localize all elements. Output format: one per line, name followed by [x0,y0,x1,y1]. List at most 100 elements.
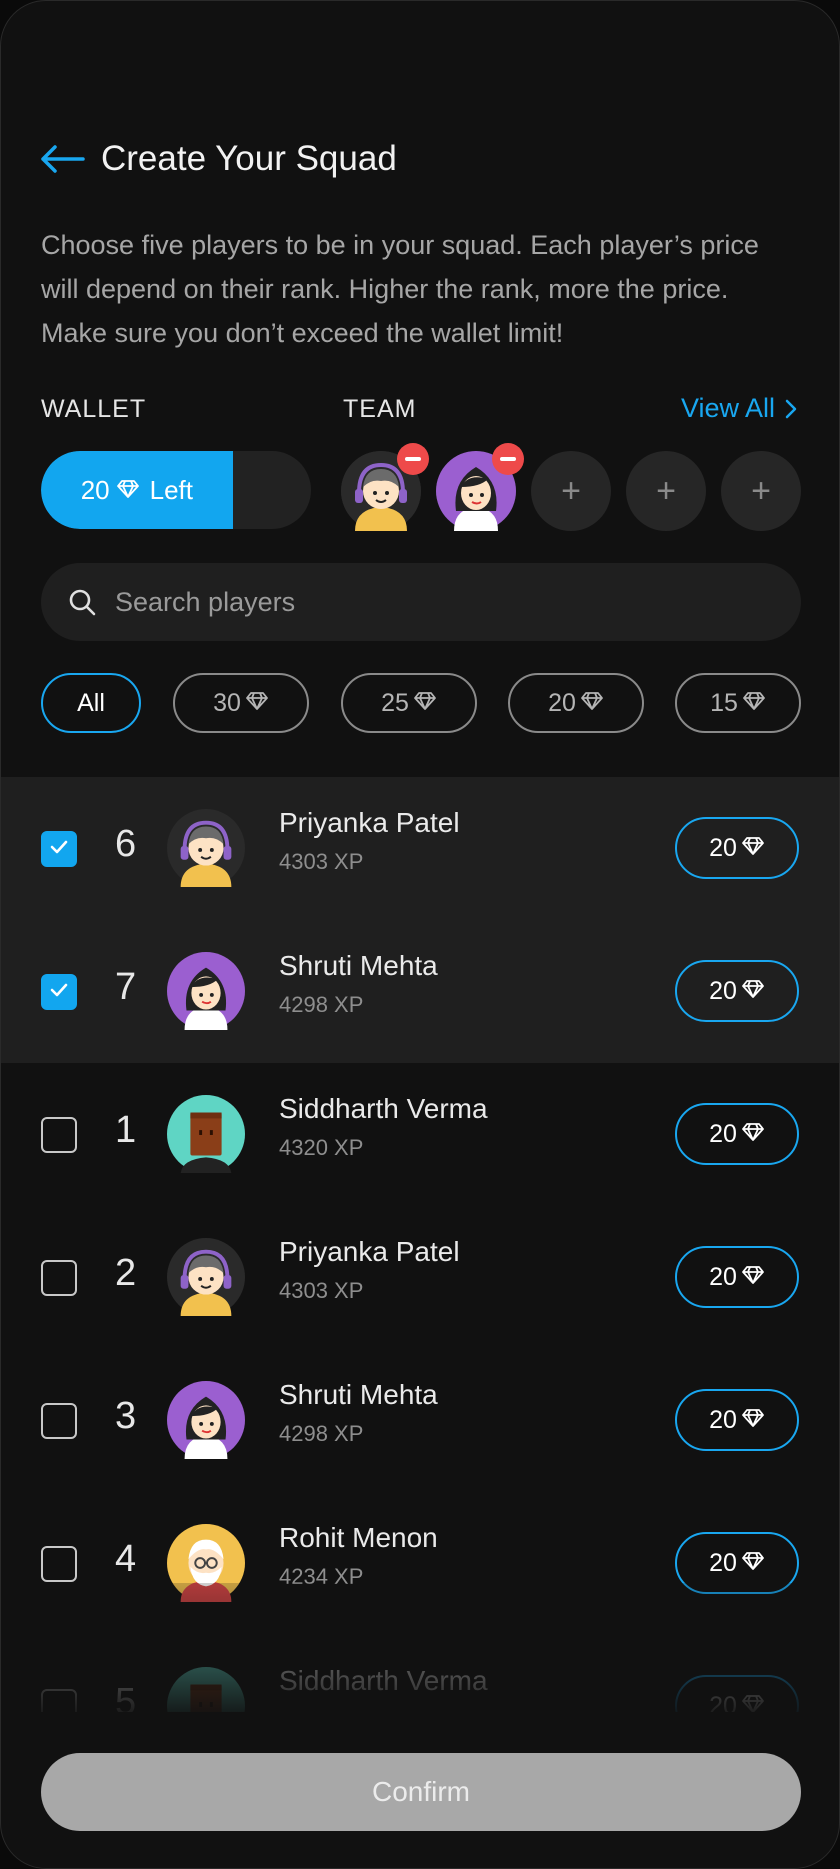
search-icon [69,589,96,616]
player-price: 20 [709,1405,737,1434]
player-rank: 6 [115,823,137,865]
team-slot-filled[interactable] [341,443,429,531]
diamond-icon [116,475,140,506]
player-xp: 4234 XP [279,1564,364,1589]
back-arrow-icon[interactable] [39,144,85,174]
diamond-icon [580,689,604,718]
player-price-button[interactable]: 20 [675,960,799,1022]
wallet-label: WALLET [41,395,147,423]
checkmark-icon [48,836,70,863]
description-text: Choose five players to be in your squad.… [41,230,759,348]
wallet-bar: 20 Left [41,451,311,529]
purple-hair-avatar-icon [167,952,245,1030]
player-price: 20 [709,1548,737,1577]
filter-chip-all[interactable]: All [41,673,141,733]
filter-chip-label: 20 [548,688,576,717]
player-name: Priyanka Patel [279,1236,460,1267]
plus-icon: + [561,471,581,510]
wallet-suffix: Left [149,474,193,505]
filter-chip-label: 25 [381,688,409,717]
player-price-button[interactable]: 20 [675,817,799,879]
page-title: Create Your Squad [101,139,397,178]
headset-avatar-icon [167,809,245,887]
player-rank: 3 [115,1395,137,1437]
player-name: Priyanka Patel [279,807,460,838]
player-checkbox[interactable] [41,1403,77,1439]
headset-avatar-icon [167,1238,245,1316]
diamond-icon [741,1406,765,1435]
team-slot-empty[interactable]: + [531,451,611,531]
player-price: 20 [709,1691,737,1713]
purple-hair-avatar-icon [167,1381,245,1459]
player-name: Shruti Mehta [279,1379,438,1410]
player-name: Siddharth Verma [279,1093,488,1124]
player-row[interactable]: 1 Siddharth Verma 4320 XP 20 [1,1063,839,1206]
player-name: Shruti Mehta [279,950,438,981]
plus-icon: + [751,471,771,510]
player-xp: 4298 XP [279,992,364,1017]
filter-chip-label: All [77,688,105,717]
confirm-label: Confirm [371,1776,470,1807]
team-slot-filled[interactable] [436,443,524,531]
diamond-icon [741,1120,765,1149]
filter-chip-30[interactable]: 30 [173,673,309,733]
player-row[interactable]: 4 Rohit Menon 4234 XP 20 [1,1492,839,1635]
player-name: Siddharth Verma [279,1665,488,1696]
player-rank: 2 [115,1252,137,1294]
filter-chip-15[interactable]: 15 [675,673,801,733]
chevron-right-icon [785,399,797,418]
player-checkbox[interactable] [41,1546,77,1582]
player-price: 20 [709,1119,737,1148]
team-slot-empty[interactable]: + [721,451,801,531]
view-all-link[interactable]: View All [681,393,797,424]
header: Create Your Squad [39,139,397,179]
diamond-icon [741,1263,765,1292]
player-checkbox[interactable] [41,1689,77,1712]
diamond-icon [742,689,766,718]
player-xp: 4320 XP [279,1135,364,1160]
team-slot-empty[interactable]: + [626,451,706,531]
player-price-button[interactable]: 20 [675,1532,799,1594]
diamond-icon [741,1692,765,1712]
player-list: 6 Priyanka Patel 4303 XP 20 7 Shruti Mehta 42… [1,777,839,1712]
player-xp: 4303 XP [279,1278,364,1303]
filter-chip-20[interactable]: 20 [508,673,644,733]
view-all-label: View All [680,393,775,423]
diamond-icon [741,834,765,863]
player-xp: 4303 XP [279,849,364,874]
checkmark-icon [48,979,70,1006]
player-price: 20 [709,976,737,1005]
player-price-button[interactable]: 20 [675,1103,799,1165]
player-price-button[interactable]: 20 [675,1675,799,1712]
player-checkbox[interactable] [41,1260,77,1296]
filter-chip-label: 15 [710,688,738,717]
plus-icon: + [656,471,676,510]
confirm-button[interactable]: Confirm [41,1753,801,1831]
search-bar [41,563,801,641]
old-man-avatar-icon [167,1524,245,1602]
player-rank: 1 [115,1109,137,1151]
player-row[interactable]: 6 Priyanka Patel 4303 XP 20 [1,777,839,920]
player-checkbox[interactable] [41,974,77,1010]
player-row[interactable]: 5 Siddharth Verma 20 [1,1635,839,1712]
player-price-button[interactable]: 20 [675,1246,799,1308]
player-checkbox[interactable] [41,831,77,867]
player-row[interactable]: 3 Shruti Mehta 4298 XP 20 [1,1349,839,1492]
diamond-icon [413,689,437,718]
filter-chip-label: 30 [213,688,241,717]
player-name: Rohit Menon [279,1522,438,1553]
player-checkbox[interactable] [41,1117,77,1153]
player-price-button[interactable]: 20 [675,1389,799,1451]
wallet-fill: 20 Left [41,451,233,529]
player-rank: 5 [115,1681,137,1712]
team-label: TEAM [343,395,417,423]
player-row[interactable]: 2 Priyanka Patel 4303 XP 20 [1,1206,839,1349]
remove-player-button[interactable] [397,443,429,475]
player-xp: 4298 XP [279,1421,364,1446]
filter-chip-25[interactable]: 25 [341,673,477,733]
search-input[interactable] [113,585,757,619]
player-row[interactable]: 7 Shruti Mehta 4298 XP 20 [1,920,839,1063]
screen: Create Your Squad Choose five players to… [0,0,840,1869]
box-avatar-icon [167,1095,245,1173]
remove-player-button[interactable] [492,443,524,475]
